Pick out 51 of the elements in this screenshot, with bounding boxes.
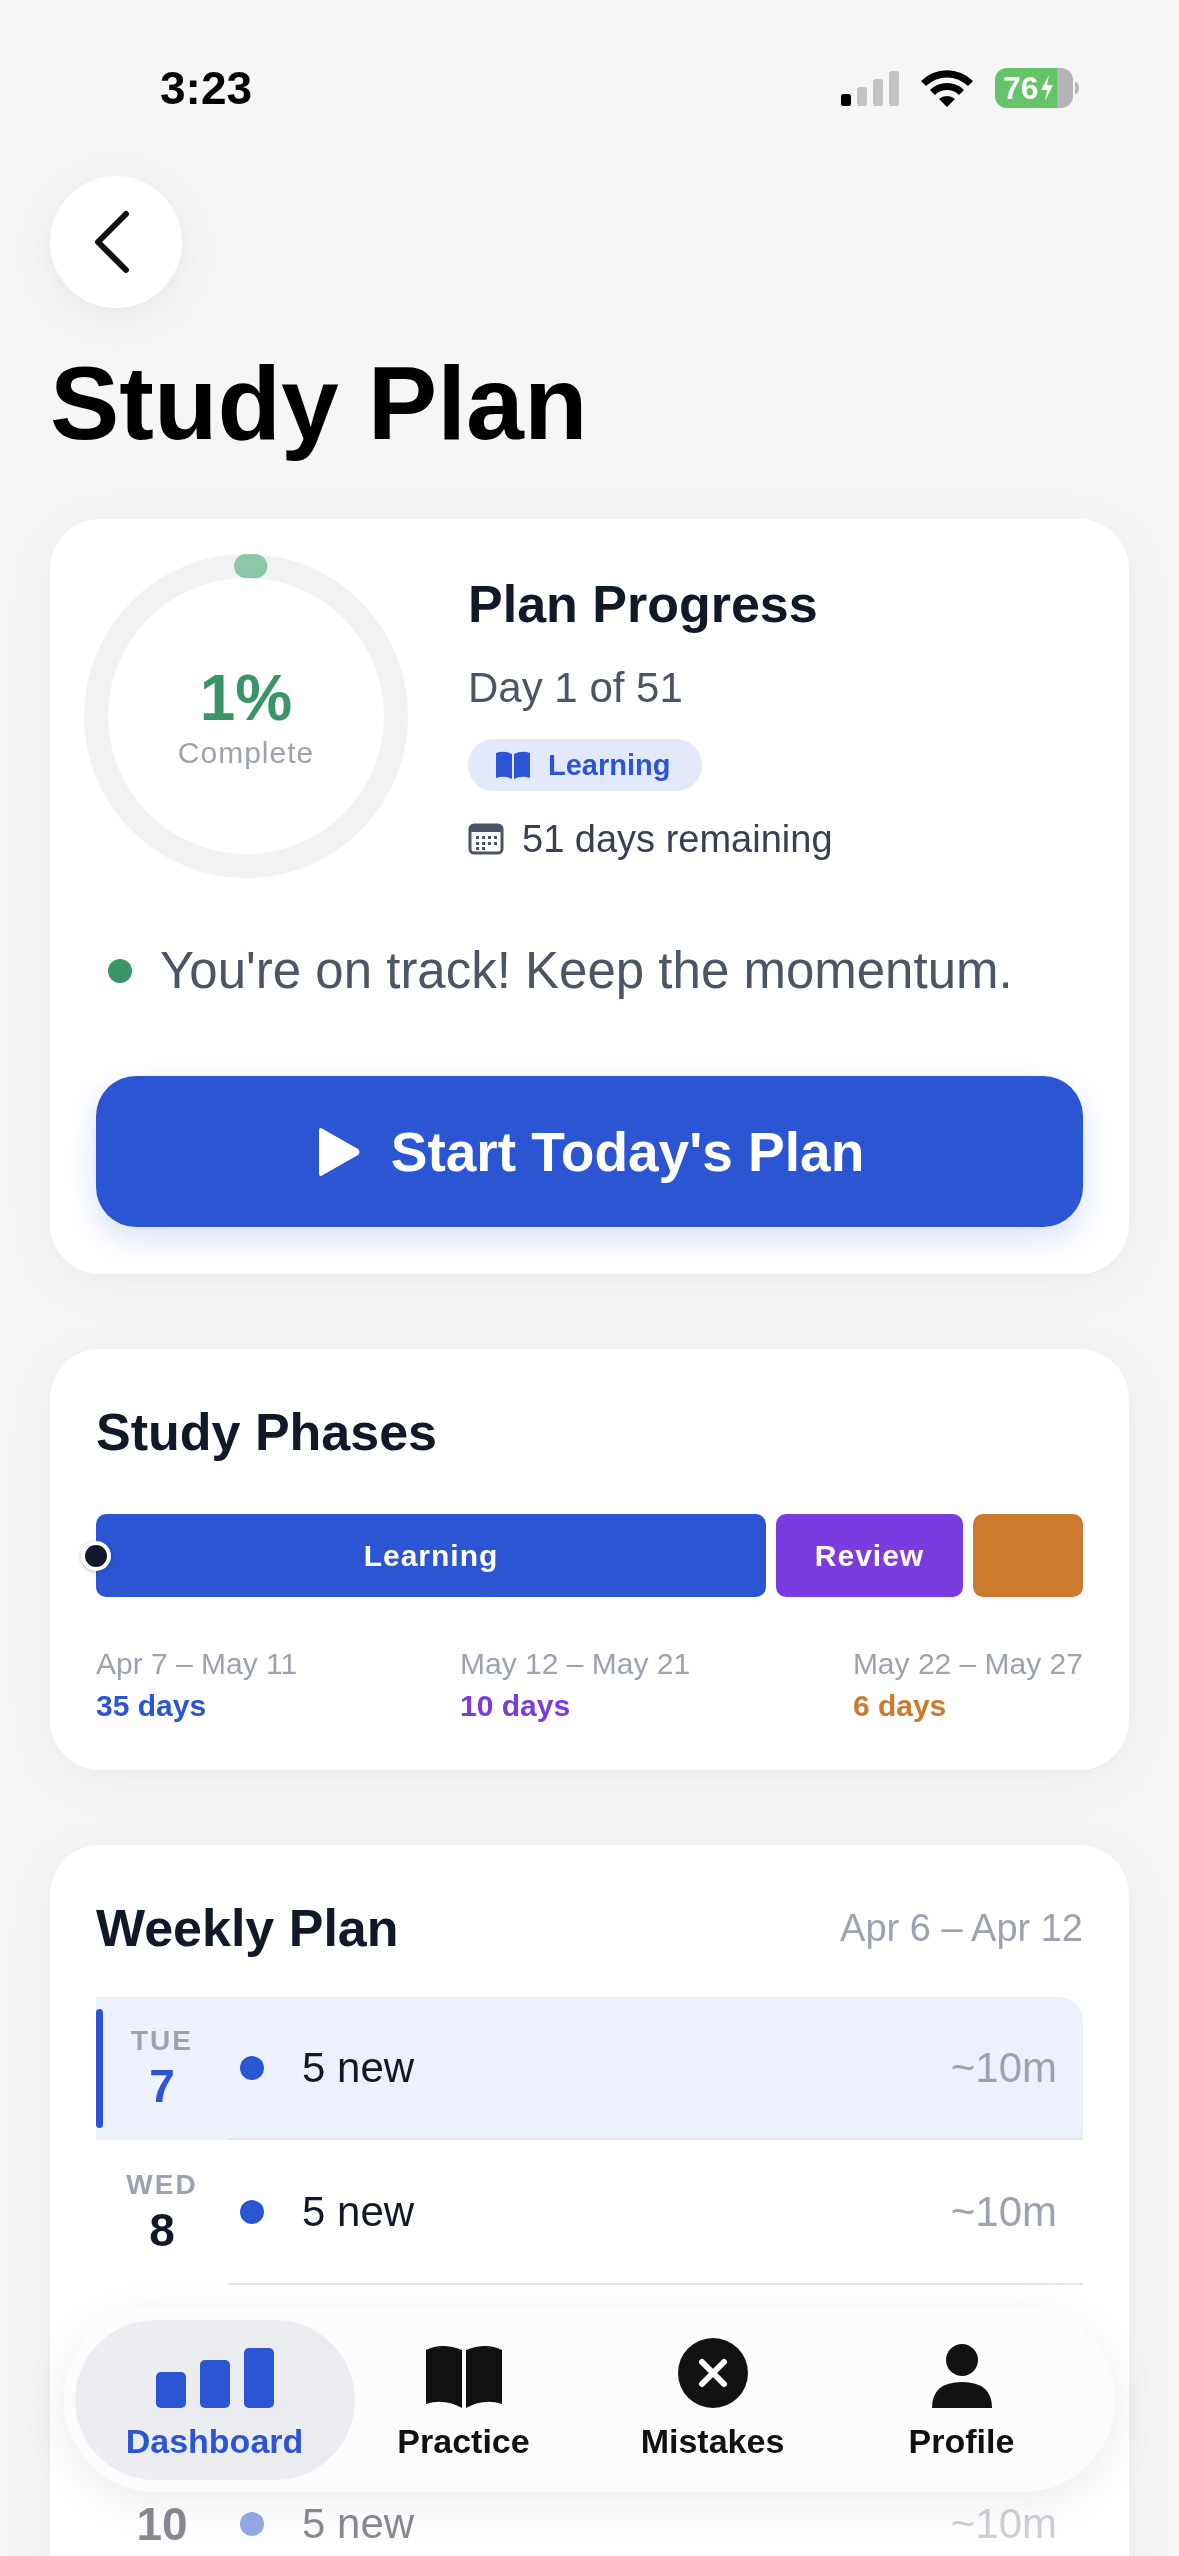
task-text: 5 new <box>302 2500 415 2548</box>
battery-icon <box>995 68 1079 108</box>
task-dot <box>240 2512 264 2536</box>
phase-badge: Learning <box>468 739 703 791</box>
duration-text: ~10m <box>950 2043 1057 2092</box>
day-row[interactable]: WED 8 5 new ~10m <box>96 2140 1083 2285</box>
phase-dates: May 12 – May 21 <box>460 1646 691 1682</box>
back-icon <box>92 210 132 274</box>
day-name: WED <box>126 2167 198 2202</box>
task-dot <box>240 2055 264 2080</box>
day-name: TUE <box>131 2023 193 2058</box>
day-row[interactable]: TUE 7 5 new ~10m <box>96 1997 1083 2140</box>
wifi-icon <box>921 69 973 107</box>
day-number: 8 <box>149 2202 175 2258</box>
book-icon <box>423 2344 504 2408</box>
signal-icon <box>841 70 899 106</box>
tab-item[interactable]: Mistakes <box>588 2319 837 2480</box>
bolt-icon <box>1039 75 1054 101</box>
task-text: 5 new <box>302 2043 415 2092</box>
battery-level: 76 <box>1003 69 1039 107</box>
phase-days: 35 days <box>96 1686 298 1726</box>
task-dot <box>240 2199 264 2224</box>
phase-dates: May 22 – May 27 <box>852 1646 1083 1682</box>
complete-label: Complete <box>177 736 315 770</box>
phase-segment: Review <box>776 1514 963 1597</box>
day-number: 10 <box>136 2497 188 2552</box>
day-counter: Day 1 of 51 <box>468 663 683 713</box>
start-button[interactable]: Start Today's Plan <box>96 1076 1083 1227</box>
task-text: 5 new <box>302 2187 415 2236</box>
book-icon <box>494 750 532 780</box>
status-time: 3:23 <box>160 61 253 115</box>
days-remaining: 51 days remaining <box>522 817 833 862</box>
phase-dates: Apr 7 – May 11 <box>96 1646 298 1682</box>
phase-segment: Learning <box>96 1514 766 1597</box>
section-title: Study Phases <box>96 1402 439 1463</box>
week-range: Apr 6 – Apr 12 <box>840 1906 1083 1950</box>
calendar-icon <box>468 823 504 855</box>
status-message: You're on track! Keep the momentum. <box>160 941 1013 1001</box>
day-number: 7 <box>149 2058 175 2114</box>
card-title: Plan Progress <box>468 574 818 635</box>
tab-item[interactable]: Dashboard <box>74 2319 355 2480</box>
phase-days: 10 days <box>460 1686 691 1726</box>
page-title: Study Plan <box>50 344 589 463</box>
duration-text: ~10m <box>950 2187 1057 2236</box>
tab-item[interactable]: Profile <box>837 2319 1086 2480</box>
person-icon <box>931 2344 992 2408</box>
bar-chart-icon <box>155 2348 274 2408</box>
close-circle-icon <box>677 2338 748 2408</box>
phase-days: 6 days <box>852 1686 1083 1726</box>
percent-text: 1% <box>199 662 293 734</box>
section-title: Weekly Plan <box>96 1898 399 1959</box>
